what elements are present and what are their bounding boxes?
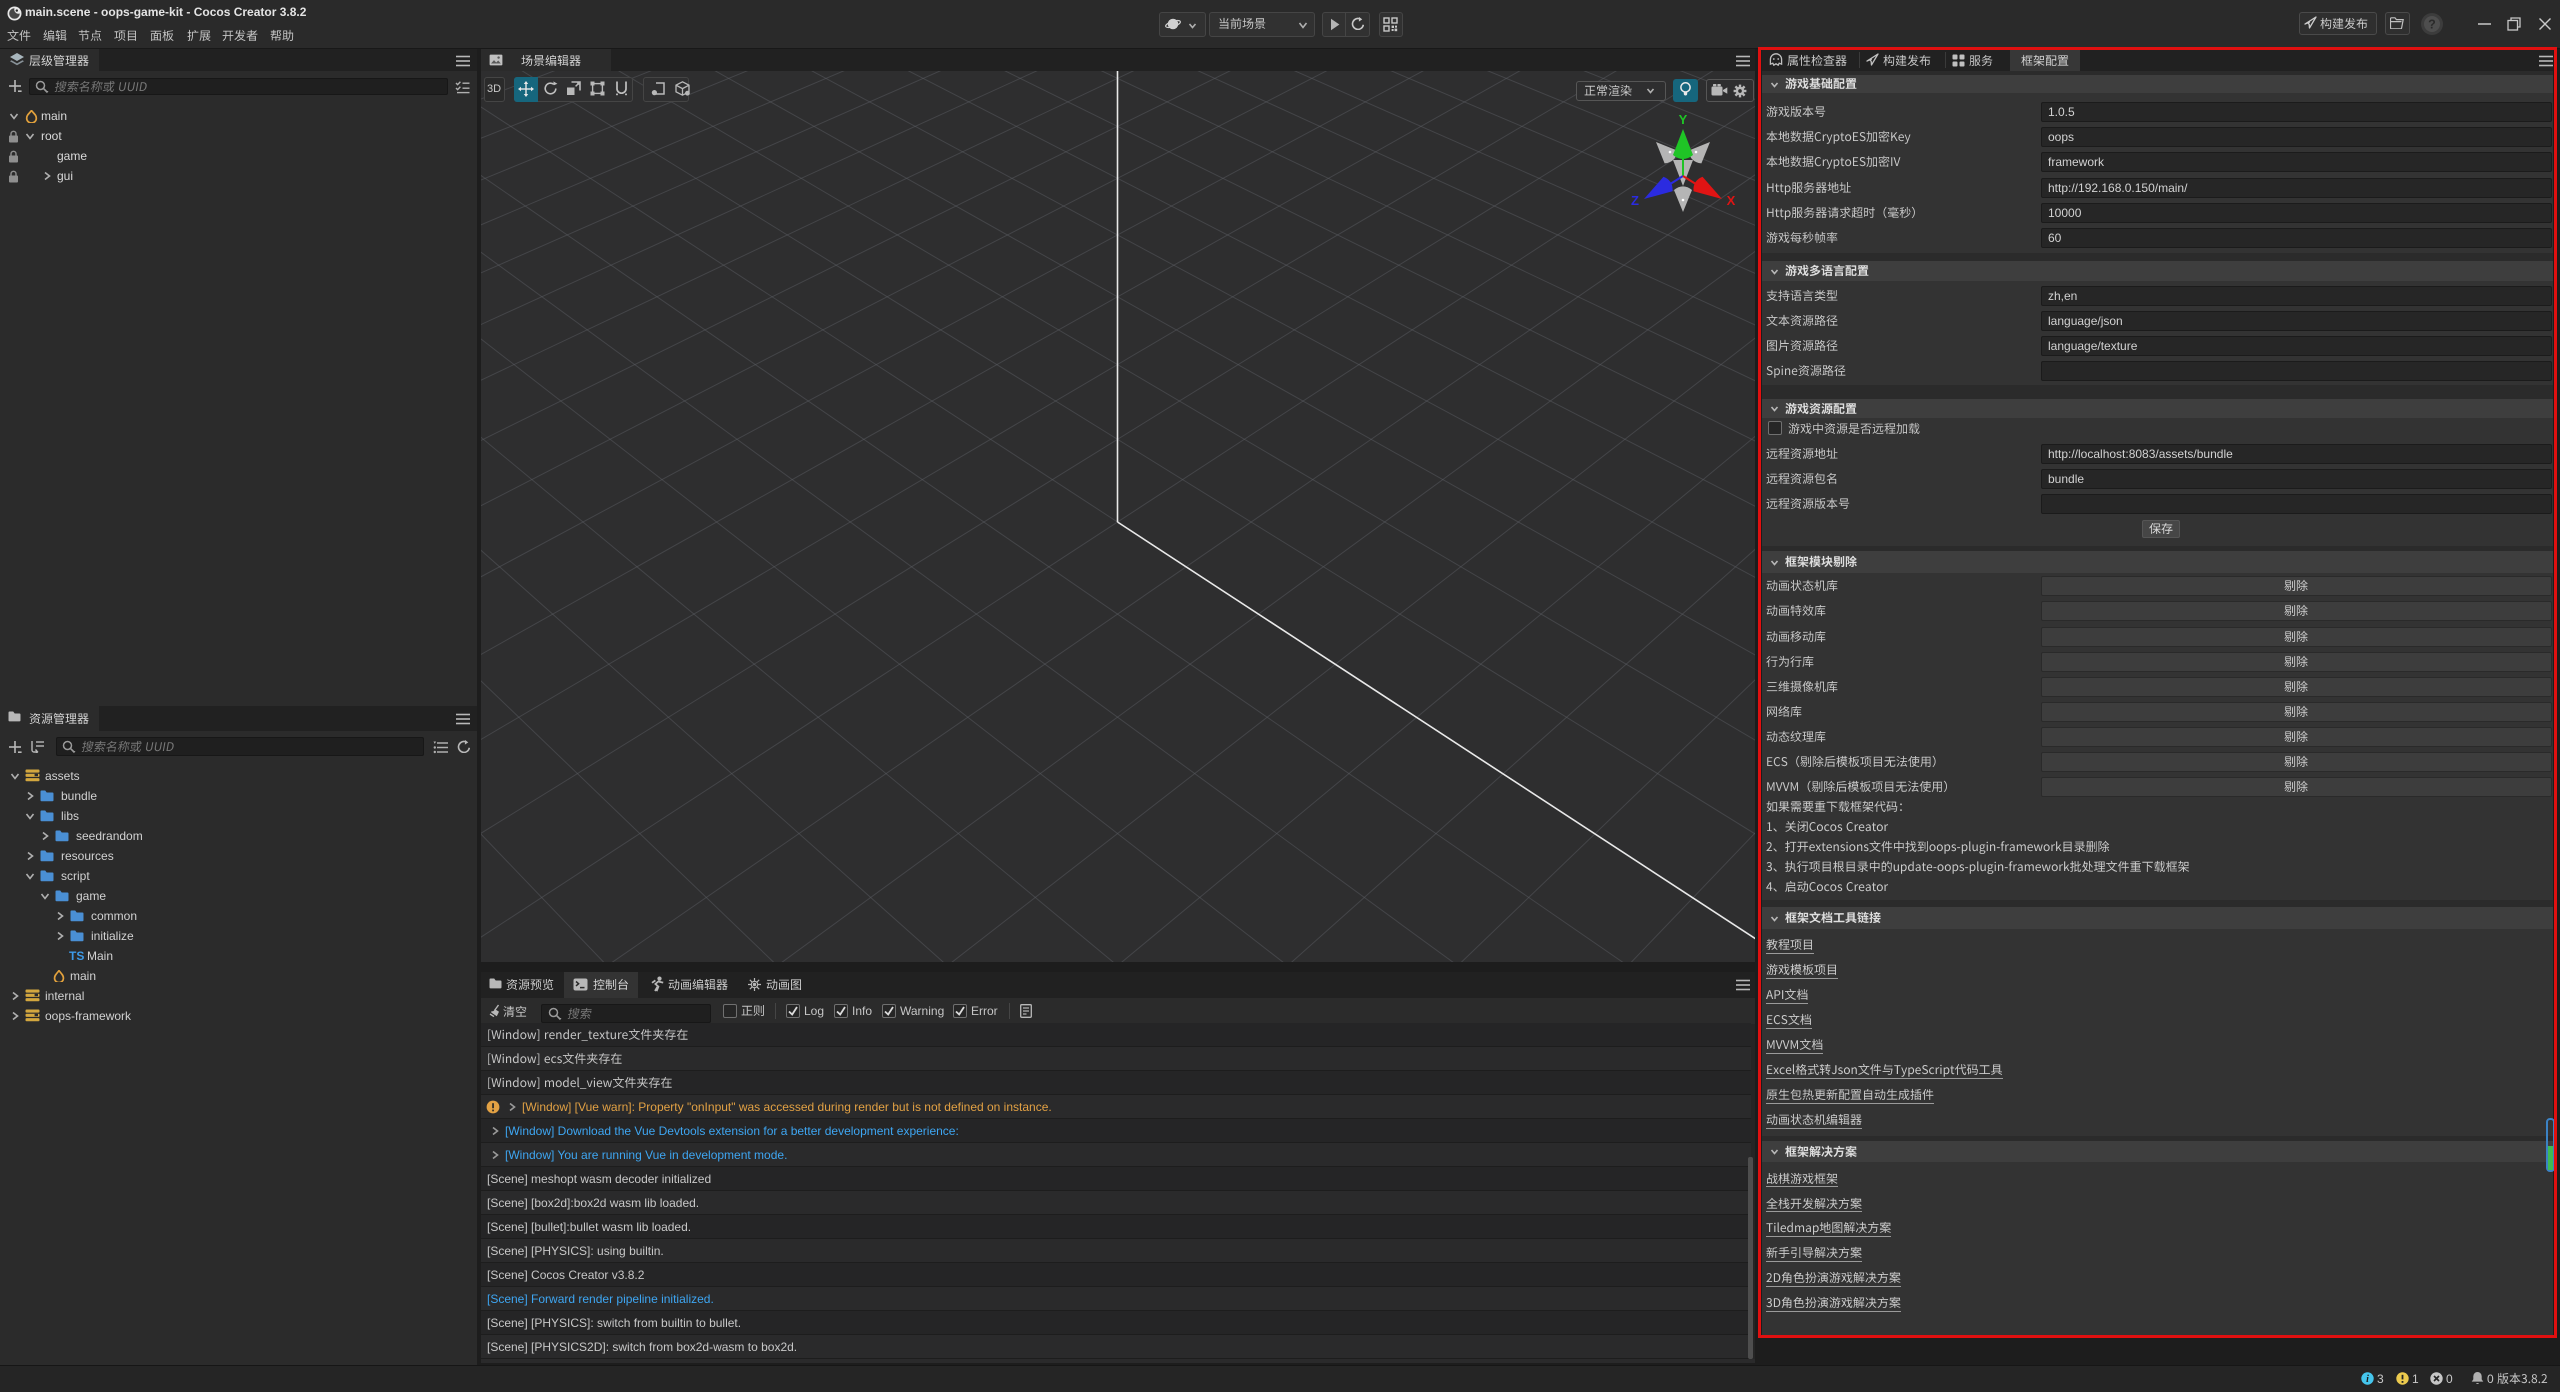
svg-text:Y: Y bbox=[1679, 112, 1688, 127]
svg-text:?: ? bbox=[2428, 17, 2436, 31]
svg-text:Z: Z bbox=[1631, 193, 1639, 208]
svg-text:i: i bbox=[2366, 1374, 2369, 1385]
svg-text:X: X bbox=[1727, 193, 1736, 208]
